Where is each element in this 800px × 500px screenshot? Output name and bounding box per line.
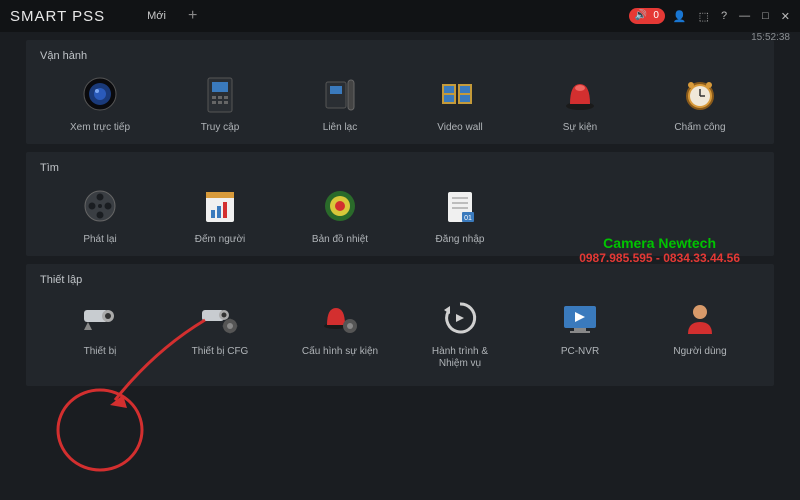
app-brand: SMART PSS bbox=[10, 8, 105, 25]
svg-text:01: 01 bbox=[464, 215, 472, 222]
item-video-wall[interactable]: Video wall bbox=[400, 68, 520, 138]
video-wall-icon bbox=[438, 72, 482, 116]
item-device-cfg[interactable]: Thiết bị CFG bbox=[160, 292, 280, 374]
window-controls: 🔊 0 👤 ⬚ ? — □ ✕ bbox=[629, 0, 794, 32]
item-intercom[interactable]: Liên lạc bbox=[280, 68, 400, 138]
grid-search: Phát lại Đếm người Bản đồ nhiệt 01 Đăng … bbox=[40, 180, 760, 250]
lock-icon[interactable]: ⬚ bbox=[695, 10, 713, 23]
item-event[interactable]: Sự kiện bbox=[520, 68, 640, 138]
item-pc-nvr[interactable]: PC-NVR bbox=[520, 292, 640, 374]
item-tour-task[interactable]: Hành trình & Nhiệm vụ bbox=[400, 292, 520, 374]
item-event-config[interactable]: Cấu hình sự kiện bbox=[280, 292, 400, 374]
titlebar: SMART PSS Mới + 🔊 0 👤 ⬚ ? — □ ✕ bbox=[0, 0, 800, 32]
section-title-config: Thiết lập bbox=[40, 274, 760, 286]
section-operate: Vận hành Xem trực tiếp Truy cập Liên lạc bbox=[26, 40, 774, 144]
monitor-play-icon bbox=[558, 296, 602, 340]
help-icon[interactable]: ? bbox=[717, 10, 731, 22]
close-button[interactable]: ✕ bbox=[777, 10, 794, 23]
chart-people-icon bbox=[198, 184, 242, 228]
heatmap-icon bbox=[318, 184, 362, 228]
speaker-icon: 🔊 bbox=[635, 11, 647, 21]
film-reel-icon bbox=[78, 184, 122, 228]
item-access[interactable]: Truy cập bbox=[160, 68, 280, 138]
maximize-button[interactable]: □ bbox=[758, 10, 773, 22]
camera-lens-icon bbox=[78, 72, 122, 116]
siren-icon bbox=[558, 72, 602, 116]
section-config: Thiết lập Thiết bị Thiết bị CFG Cấu hình… bbox=[26, 264, 774, 386]
siren-gear-icon bbox=[318, 296, 362, 340]
item-playback[interactable]: Phát lại bbox=[40, 180, 160, 250]
clock: 15:52:38 bbox=[751, 32, 790, 43]
tab-add[interactable]: + bbox=[186, 3, 199, 29]
section-title-operate: Vận hành bbox=[40, 50, 760, 62]
tab-bar: Mới + bbox=[145, 3, 199, 29]
minimize-button[interactable]: — bbox=[735, 10, 754, 22]
item-people-count[interactable]: Đếm người bbox=[160, 180, 280, 250]
alarm-clock-icon bbox=[678, 72, 722, 116]
item-heatmap[interactable]: Bản đồ nhiệt bbox=[280, 180, 400, 250]
alert-pill[interactable]: 🔊 0 bbox=[629, 8, 665, 24]
item-user[interactable]: Người dùng bbox=[640, 292, 760, 374]
camera-gear-icon bbox=[198, 296, 242, 340]
user-icon[interactable]: 👤 bbox=[669, 10, 691, 23]
section-search: Tìm Phát lại Đếm người Bản đồ nhiệt bbox=[26, 152, 774, 256]
cycle-icon bbox=[438, 296, 482, 340]
log-icon: 01 bbox=[438, 184, 482, 228]
item-attendance[interactable]: Chấm công bbox=[640, 68, 760, 138]
item-live-view[interactable]: Xem trực tiếp bbox=[40, 68, 160, 138]
phone-icon bbox=[318, 72, 362, 116]
camera-icon bbox=[78, 296, 122, 340]
section-title-search: Tìm bbox=[40, 162, 760, 174]
alert-count-icon: 0 bbox=[653, 11, 659, 21]
item-device[interactable]: Thiết bị bbox=[40, 292, 160, 374]
grid-config: Thiết bị Thiết bị CFG Cấu hình sự kiện H… bbox=[40, 292, 760, 374]
user-icon bbox=[678, 296, 722, 340]
grid-operate: Xem trực tiếp Truy cập Liên lạc Video wa… bbox=[40, 68, 760, 138]
item-log[interactable]: 01 Đăng nhập bbox=[400, 180, 520, 250]
main-body: Vận hành Xem trực tiếp Truy cập Liên lạc bbox=[0, 32, 800, 386]
tab-new[interactable]: Mới bbox=[145, 6, 168, 26]
keypad-icon bbox=[198, 72, 242, 116]
